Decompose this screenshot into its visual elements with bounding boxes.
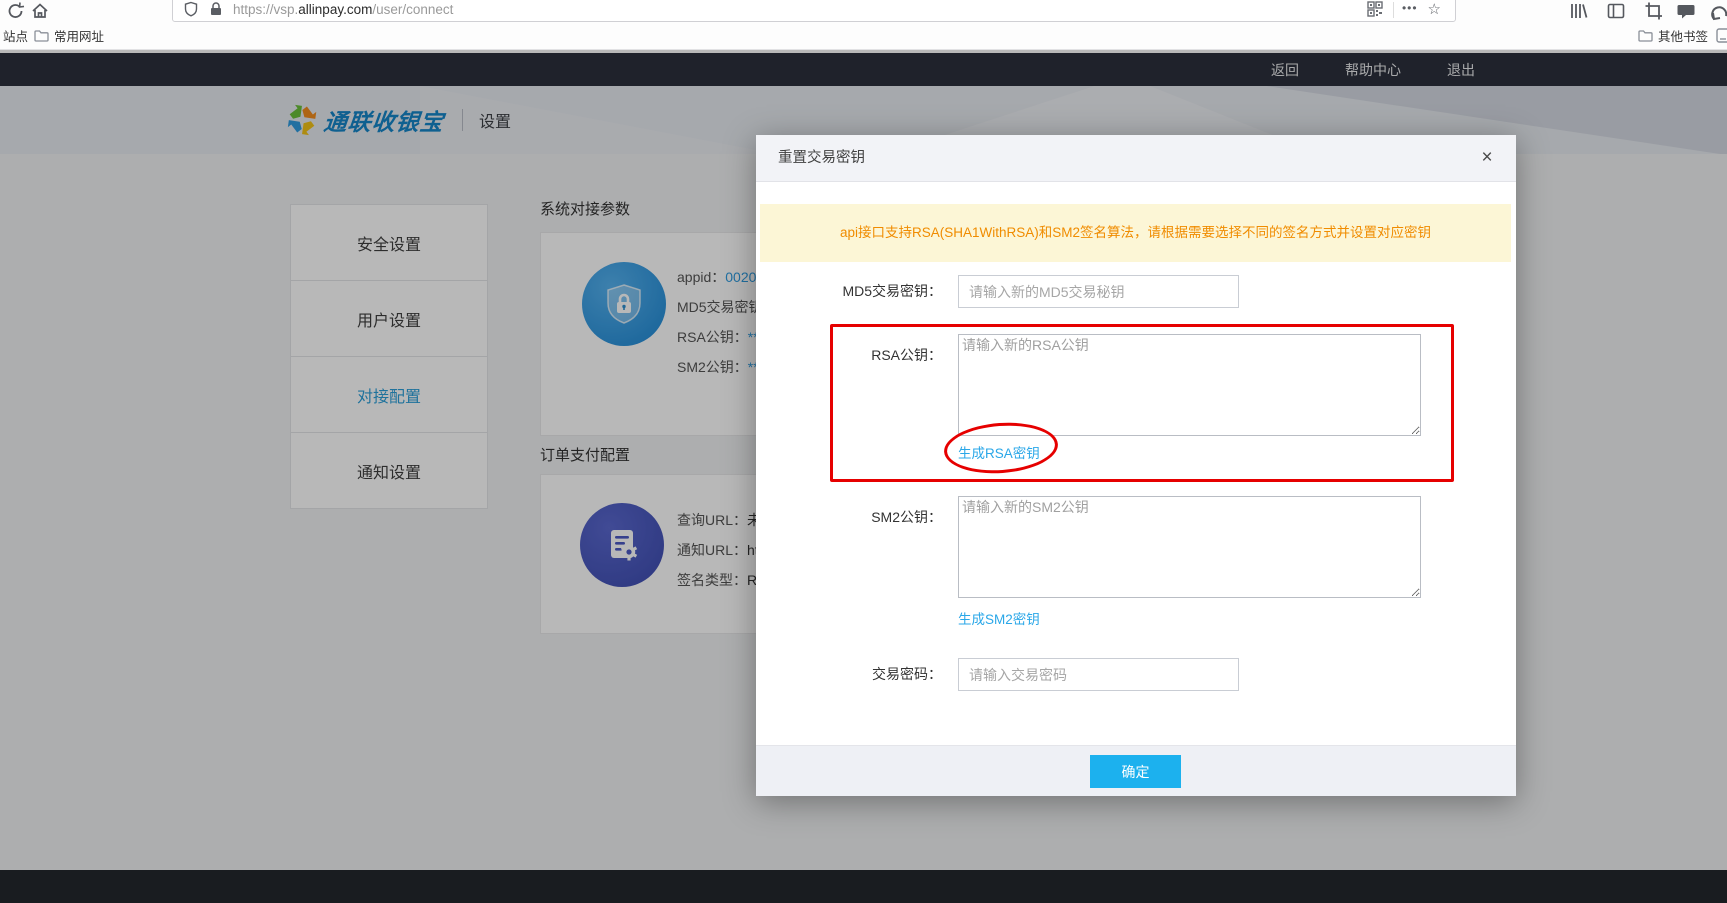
- md5-key-label: MD5交易密钥：: [756, 275, 942, 308]
- bookmark-common-label: 常用网址: [54, 26, 104, 45]
- md5-key-input[interactable]: [958, 275, 1239, 308]
- modal-title: 重置交易密钥: [756, 135, 1516, 182]
- sidebar-toggle-icon[interactable]: [1606, 1, 1626, 21]
- url-scheme: https://: [233, 2, 274, 17]
- generate-sm2-link[interactable]: 生成SM2密钥: [958, 608, 1040, 628]
- confirm-button[interactable]: 确定: [1090, 755, 1181, 788]
- screenshot-icon[interactable]: [1644, 1, 1664, 21]
- modal-footer: 确定: [756, 745, 1516, 796]
- lock-icon[interactable]: [208, 1, 224, 17]
- reset-key-modal: 重置交易密钥 × api接口支持RSA(SHA1WithRSA)和SM2签名算法…: [756, 135, 1516, 796]
- bookmark-site-label: 站点: [3, 26, 28, 45]
- bookmarks-bar: 站点 常用网址 其他书签: [0, 22, 1727, 50]
- trade-password-input[interactable]: [958, 658, 1239, 691]
- bookmark-common-folder[interactable]: 常用网址: [34, 22, 104, 49]
- bookmark-overflow-icon[interactable]: [1716, 22, 1727, 49]
- folder-icon: [1638, 29, 1653, 42]
- bookmark-other-label: 其他书签: [1658, 26, 1708, 45]
- screen: https://vsp.allinpay.com/user/connect ••…: [0, 0, 1727, 903]
- url-text[interactable]: https://vsp.allinpay.com/user/connect: [233, 2, 1353, 17]
- url-path: /user/connect: [372, 2, 453, 17]
- qr-code-icon[interactable]: [1367, 1, 1383, 17]
- shield-icon[interactable]: [183, 1, 199, 17]
- sm2-key-label: SM2公钥：: [756, 507, 942, 527]
- sm2-key-textarea[interactable]: [958, 496, 1421, 598]
- url-subdomain: vsp.: [274, 2, 299, 17]
- modal-warning: api接口支持RSA(SHA1WithRSA)和SM2签名算法，请根据需要选择不…: [760, 204, 1511, 262]
- close-icon[interactable]: ×: [1476, 147, 1498, 169]
- library-icon[interactable]: [1568, 1, 1588, 21]
- bookmark-star-icon[interactable]: ☆: [1428, 0, 1441, 18]
- urlbar-separator: [1393, 2, 1394, 18]
- page-viewport: 返回 帮助中心 退出 通联收银宝: [0, 50, 1727, 903]
- bookmark-site[interactable]: 站点: [3, 22, 28, 49]
- home-icon[interactable]: [30, 1, 50, 21]
- url-bar[interactable]: https://vsp.allinpay.com/user/connect ••…: [172, 0, 1456, 22]
- folder-icon: [34, 29, 49, 42]
- rsa-key-label: RSA公钥：: [756, 345, 942, 365]
- browser-toolbar: https://vsp.allinpay.com/user/connect ••…: [0, 0, 1727, 22]
- chat-bubble-icon[interactable]: [1676, 1, 1696, 21]
- bookmark-other-folder[interactable]: 其他书签: [1638, 22, 1708, 49]
- trade-password-label: 交易密码：: [756, 658, 942, 691]
- rsa-key-textarea[interactable]: [958, 334, 1421, 436]
- reload-icon[interactable]: [6, 1, 26, 21]
- url-domain: allinpay.com: [298, 2, 372, 17]
- page-actions-icon[interactable]: •••: [1402, 1, 1418, 15]
- undo-arrow-icon[interactable]: [1710, 1, 1727, 21]
- generate-rsa-link[interactable]: 生成RSA密钥: [958, 442, 1040, 462]
